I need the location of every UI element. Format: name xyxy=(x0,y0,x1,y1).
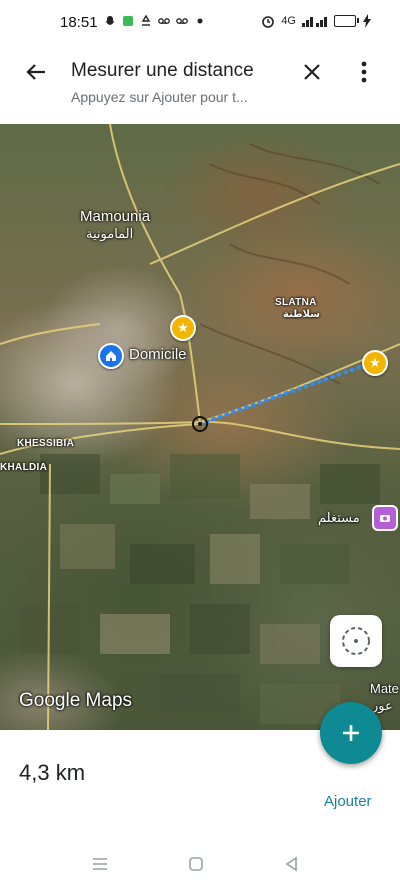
back-button[interactable] xyxy=(20,56,52,88)
triangle-back-icon xyxy=(285,856,297,872)
close-icon xyxy=(304,64,320,80)
system-navigation-bar xyxy=(0,840,400,888)
compass-icon xyxy=(342,627,370,655)
voicemail-icon xyxy=(158,18,170,24)
place-label-mamounia[interactable]: Mamounia xyxy=(80,208,150,225)
signal-icon xyxy=(302,17,327,27)
camera-icon xyxy=(380,515,390,522)
star-icon: ★ xyxy=(177,320,189,335)
place-label-khessibia: KHESSIBIA xyxy=(17,438,75,449)
add-point-fab[interactable] xyxy=(320,702,382,764)
home-icon xyxy=(106,351,116,361)
network-type: 4G xyxy=(281,15,296,27)
status-bar: 18:51 4G xyxy=(0,0,400,44)
square-icon xyxy=(189,857,203,871)
close-button[interactable] xyxy=(296,56,328,88)
more-vert-icon xyxy=(361,61,367,83)
charging-icon xyxy=(363,14,371,28)
back-nav-button[interactable] xyxy=(277,850,305,878)
star-icon: ★ xyxy=(369,355,381,370)
recycle-icon xyxy=(141,15,151,26)
plus-icon xyxy=(343,725,359,741)
compass-button[interactable] xyxy=(330,615,382,667)
home-pin[interactable] xyxy=(98,343,124,369)
measure-end-pin[interactable]: ★ xyxy=(362,350,388,376)
dot-icon xyxy=(197,18,203,24)
page-subtitle: Appuyez sur Ajouter pour t... xyxy=(71,89,248,105)
app-bar: Mesurer une distance Appuyez sur Ajouter… xyxy=(0,44,400,124)
snapchat-icon xyxy=(105,16,115,25)
place-label-domicile[interactable]: Domicile xyxy=(129,346,187,363)
battery-icon xyxy=(334,15,359,27)
saved-place-pin[interactable]: ★ xyxy=(170,315,196,341)
page-title: Mesurer une distance xyxy=(71,60,254,81)
status-time: 18:51 xyxy=(60,14,98,31)
notification-icons xyxy=(104,15,206,27)
alarm-icon xyxy=(262,16,275,28)
app-icon xyxy=(123,16,133,26)
menu-icon xyxy=(93,858,107,870)
system-icons: 4G xyxy=(261,14,372,28)
home-button[interactable] xyxy=(182,850,210,878)
distance-value: 4,3 km xyxy=(19,760,86,785)
arrow-back-icon xyxy=(26,64,45,80)
place-label-mamounia-ar: المامونية xyxy=(86,226,134,241)
place-label-slatna: SLATNA xyxy=(275,297,317,308)
place-label-mechghal[interactable]: مستغلم xyxy=(318,510,360,526)
map-view[interactable]: Mamounia المامونية Domicile ★ ★ SLATNA س… xyxy=(0,124,400,730)
recents-button[interactable] xyxy=(86,850,114,878)
voicemail-icon xyxy=(176,18,188,24)
place-label-mate-ar: عور xyxy=(372,698,393,713)
place-label-slatna-ar: سلاطنة xyxy=(283,309,320,320)
google-maps-logo: Google Maps xyxy=(19,690,133,711)
more-options-button[interactable] xyxy=(350,56,378,88)
photo-place-pin[interactable] xyxy=(372,505,398,531)
place-label-mate: Mate xyxy=(370,681,399,696)
place-label-khaldia: KHALDIA xyxy=(0,462,48,473)
add-point-button[interactable]: Ajouter xyxy=(324,793,372,810)
